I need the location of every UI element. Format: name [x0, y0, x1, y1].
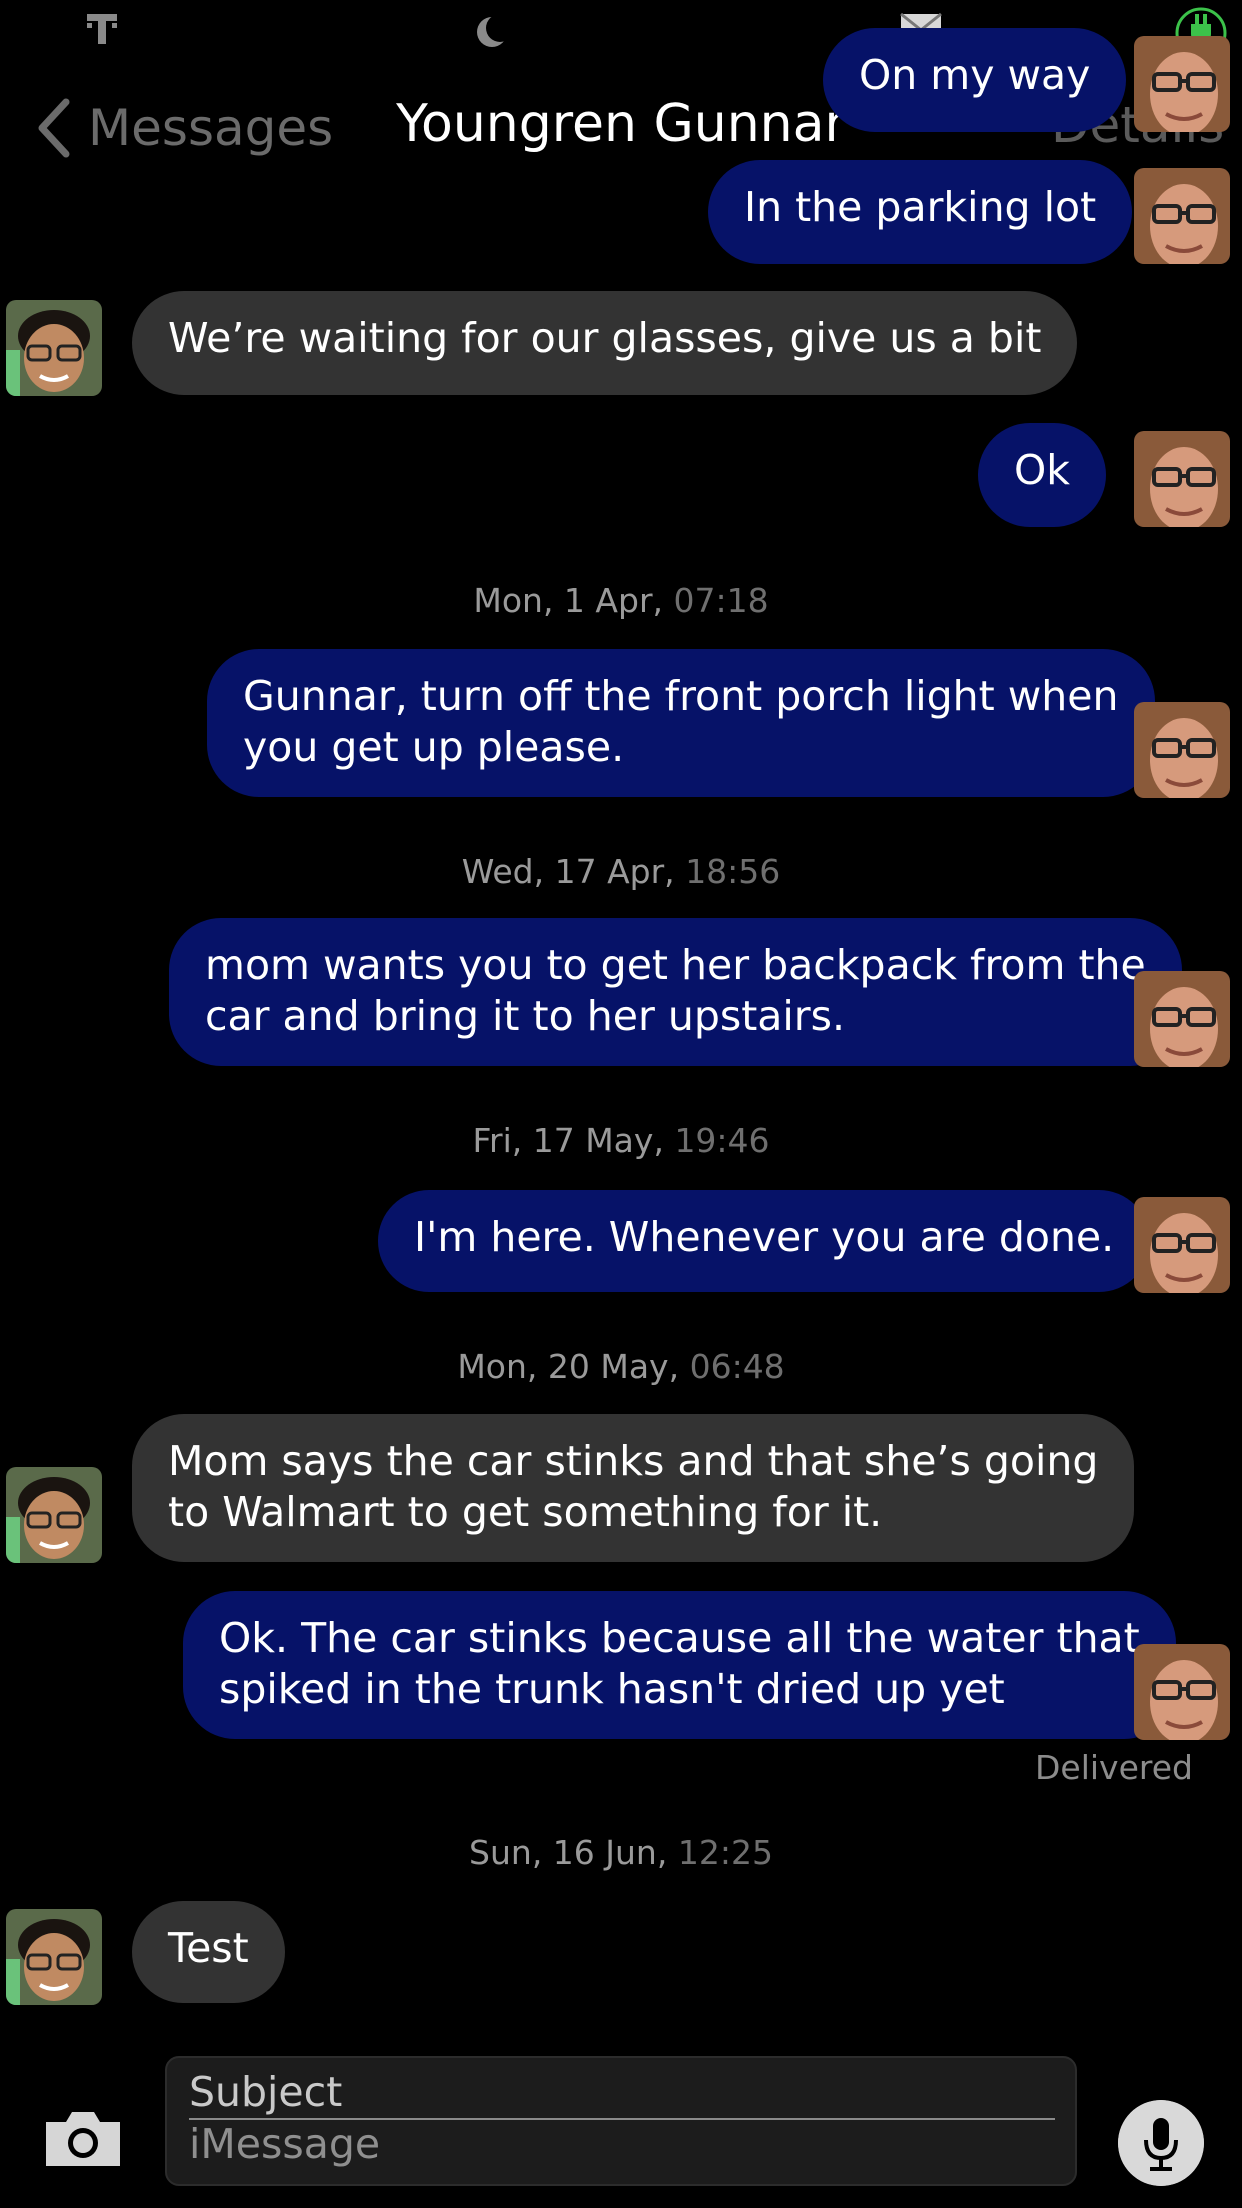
delivered-status: Delivered: [1035, 1748, 1193, 1787]
message-text: On my way: [859, 51, 1091, 99]
sender-avatar: [1134, 36, 1230, 132]
message-text-line: Gunnar, turn off the front porch light w…: [243, 672, 1119, 720]
sender-avatar: [1134, 1197, 1230, 1293]
message-bubble-outgoing[interactable]: Gunnar, turn off the front porch light w…: [207, 649, 1155, 797]
message-bubble-outgoing[interactable]: In the parking lot: [708, 160, 1133, 264]
carrier-logo-icon: [87, 14, 117, 44]
message-bubble-incoming[interactable]: Mom says the car stinks and that she’s g…: [132, 1414, 1135, 1562]
timestamp: Mon, 20 May, 06:48: [0, 1347, 1242, 1386]
message-bubble-outgoing[interactable]: mom wants you to get her backpack from t…: [169, 918, 1182, 1066]
message-bubble-outgoing[interactable]: Ok. The car stinks because all the water…: [183, 1591, 1176, 1739]
message-input[interactable]: iMessage: [189, 2120, 380, 2168]
timestamp: Fri, 17 May, 19:46: [0, 1121, 1242, 1160]
timestamp-date: Wed, 17 Apr,: [461, 852, 675, 891]
timestamp-time: 07:18: [673, 581, 769, 620]
camera-icon[interactable]: [42, 2108, 124, 2170]
sender-avatar: [1134, 431, 1230, 527]
timestamp-date: Mon, 1 Apr,: [473, 581, 663, 620]
contact-avatar: [6, 1467, 102, 1563]
message-text-line: spiked in the trunk hasn't dried up yet: [219, 1665, 1005, 1713]
message-bubble-outgoing[interactable]: I'm here. Whenever you are done.: [378, 1190, 1151, 1292]
message-text: In the parking lot: [744, 183, 1097, 231]
microphone-icon[interactable]: [1118, 2100, 1204, 2186]
sender-avatar: [1134, 168, 1230, 264]
message-bubble-incoming[interactable]: Test: [132, 1901, 285, 2003]
message-text-line: you get up please.: [243, 723, 625, 771]
timestamp-time: 12:25: [677, 1833, 773, 1872]
timestamp-time: 18:56: [685, 852, 781, 891]
message-text: We’re waiting for our glasses, give us a…: [168, 314, 1042, 362]
message-text-line: Ok. The car stinks because all the water…: [219, 1614, 1140, 1662]
message-text-line: car and bring it to her upstairs.: [205, 992, 846, 1040]
contact-avatar: [6, 1909, 102, 2005]
message-text-line: mom wants you to get her backpack from t…: [205, 941, 1146, 989]
message-bubble-outgoing[interactable]: On my way: [823, 28, 1127, 132]
subject-field[interactable]: Subject: [189, 2068, 342, 2116]
sender-avatar: [1134, 1644, 1230, 1740]
timestamp-time: 06:48: [689, 1347, 785, 1386]
timestamp-time: 19:46: [674, 1121, 770, 1160]
message-text: Ok: [1014, 446, 1071, 494]
message-text: Test: [168, 1924, 249, 1972]
sender-avatar: [1134, 702, 1230, 798]
timestamp: Wed, 17 Apr, 18:56: [0, 852, 1242, 891]
moon-icon: [477, 14, 510, 47]
message-text-line: Mom says the car stinks and that she’s g…: [168, 1437, 1099, 1485]
message-text: I'm here. Whenever you are done.: [414, 1213, 1115, 1261]
timestamp: Sun, 16 Jun, 12:25: [0, 1833, 1242, 1872]
timestamp-date: Fri, 17 May,: [472, 1121, 664, 1160]
message-bubble-outgoing[interactable]: Ok: [978, 423, 1107, 527]
timestamp: Mon, 1 Apr, 07:18: [0, 581, 1242, 620]
timestamp-date: Mon, 20 May,: [457, 1347, 680, 1386]
message-composer[interactable]: Subject iMessage: [165, 2056, 1077, 2186]
sender-avatar: [1134, 971, 1230, 1067]
message-text-line: to Walmart to get something for it.: [168, 1488, 883, 1536]
message-bubble-incoming[interactable]: We’re waiting for our glasses, give us a…: [132, 291, 1078, 395]
timestamp-date: Sun, 16 Jun,: [469, 1833, 668, 1872]
contact-avatar: [6, 300, 102, 396]
